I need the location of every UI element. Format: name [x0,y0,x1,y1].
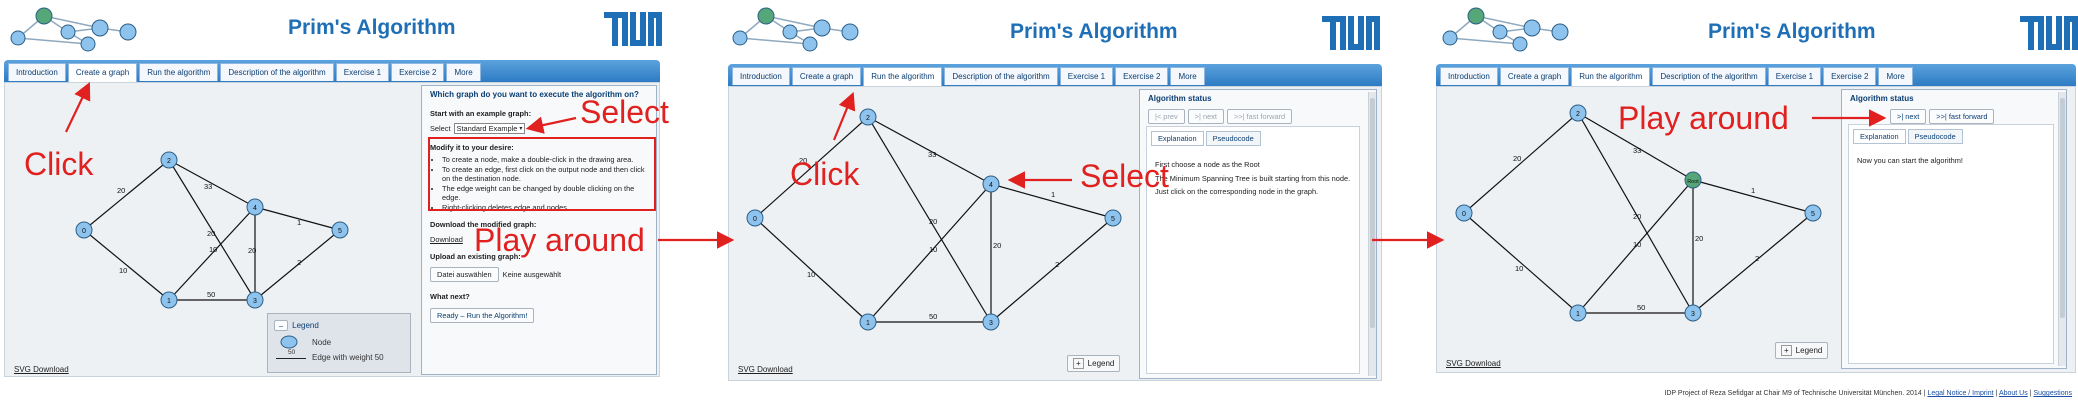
annotation-play-around-1: Play around [474,222,645,258]
annotation-click-1: Click [24,146,94,182]
suggestions-link[interactable]: Suggestions [2033,390,2072,397]
annotation-select-2: Select [1080,158,1169,194]
about-us-link[interactable]: About Us [1999,390,2028,397]
annotation-click-2: Click [790,156,860,192]
legal-notice-link[interactable]: Legal Notice / Imprint [1927,390,1993,397]
footer-text: IDP Project of Reza Sefidgar at Chair M9… [1664,390,1926,397]
footer-separator: | [2029,390,2032,397]
arrow-click-create-tab [65,82,91,133]
arrow-select-example [525,116,577,134]
annotation-arrows [65,82,1887,249]
page-footer: IDP Project of Reza Sefidgar at Chair M9… [1664,390,2072,397]
annotation-play-around-3: Play around [1618,100,1789,136]
footer-separator: | [1995,390,1998,397]
annotation-select-1: Select [580,94,669,130]
highlight-modify-box [428,137,656,211]
arrow-click-run-tab [832,91,856,141]
